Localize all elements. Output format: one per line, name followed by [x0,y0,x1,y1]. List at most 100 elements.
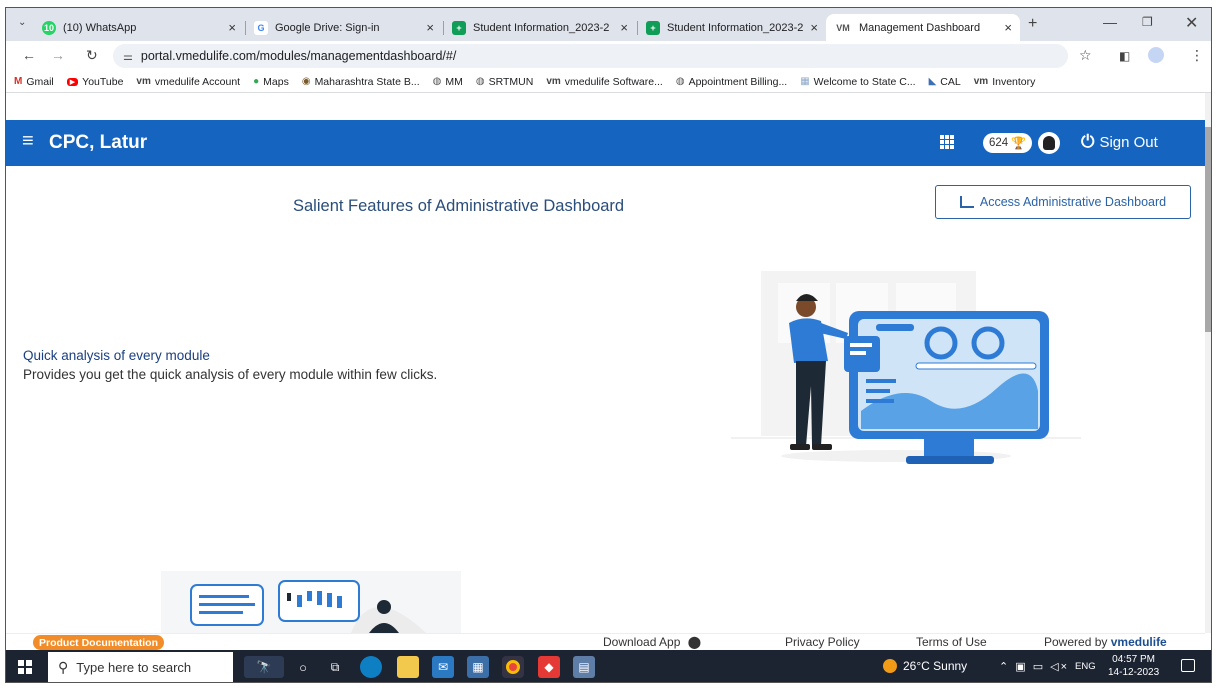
bookmark-label: SRTMUN [488,75,534,88]
feature-title: Quick analysis of every module [23,348,210,363]
bookmark-mm[interactable]: ◍ MM [433,76,463,88]
weather-widget[interactable]: 26°C Sunny [883,659,967,673]
browser-window: ⌄ 10 (10) WhatsApp × G Google Drive: Sig… [5,7,1212,683]
page-scrollbar[interactable] [1205,93,1211,633]
search-highlight-icon[interactable]: 🔭 [244,656,284,678]
tab-student-info-1[interactable]: + Student Information_2023-2 × [444,14,636,41]
scrollbar-thumb[interactable] [1205,127,1211,332]
close-tab-icon[interactable]: × [620,20,628,35]
site-info-icon[interactable]: ⚌ [123,50,133,63]
youtube-icon: ▶ [66,77,79,86]
access-dashboard-button[interactable]: Access Administrative Dashboard [935,185,1191,219]
close-tab-icon[interactable]: × [426,20,434,35]
powered-by-prefix: Powered by [1044,635,1108,649]
close-tab-icon[interactable]: × [1004,20,1012,35]
hamburger-menu-icon[interactable]: ≡ [22,130,34,153]
bookmark-label: vmedulife Account [154,75,241,88]
bookmark-gmail[interactable]: M Gmail [14,76,54,88]
anydesk-icon[interactable]: ◆ [538,656,560,678]
bookmark-vmedulife-software[interactable]: vm vmedulife Software... [546,76,663,88]
address-bar[interactable]: ⚌ portal.vmedulife.com/modules/managemen… [113,44,1068,68]
seal-icon: ◉ [301,76,311,87]
restore-icon[interactable]: ❐ [1142,15,1153,29]
address-row: ← → ↻ ⚌ portal.vmedulife.com/modules/man… [6,41,1211,71]
tab-title: (10) WhatsApp [63,21,137,34]
main-content: Salient Features of Administrative Dashb… [6,166,1205,633]
tab-whatsapp[interactable]: 10 (10) WhatsApp × [34,14,244,41]
tab-title: Google Drive: Sign-in [275,21,380,34]
privacy-policy-link[interactable]: Privacy Policy [785,635,860,649]
cortana-icon[interactable]: ○ [292,656,314,678]
more-menu-icon[interactable]: ⋮ [1190,47,1204,64]
bookmark-label: CAL [940,75,961,88]
profile-icon[interactable] [1148,47,1164,63]
mail-icon[interactable]: ✉ [432,656,454,678]
edge-icon[interactable] [360,656,382,678]
chrome-icon[interactable] [502,656,524,678]
app-header: ≡ CPC, Latur 624 🏆 ⏻ Sign Out [6,120,1205,166]
bookmark-maharashtra[interactable]: ◉ Maharashtra State B... [302,76,420,88]
points-badge[interactable]: 624 🏆 [983,133,1033,153]
page-title: Salient Features of Administrative Dashb… [293,197,625,215]
line-chart-icon [959,196,974,208]
globe-icon: ◍ [675,76,685,87]
bookmark-star-icon[interactable]: ☆ [1079,47,1092,64]
bookmark-welcome-state[interactable]: ▦ Welcome to State C... [800,76,915,88]
sign-out-button[interactable]: ⏻ Sign Out [1081,132,1158,152]
close-tab-icon[interactable]: × [810,20,818,35]
download-app-link[interactable]: Download App ⬤ [603,635,701,649]
forward-icon[interactable]: → [51,47,65,63]
url-text: portal.vmedulife.com/modules/managementd… [140,49,457,63]
reload-icon[interactable]: ↻ [86,47,98,64]
notepad-icon[interactable]: ▤ [573,656,595,678]
bookmarks-bar: M Gmail ▶ YouTube vm vmedulife Account ● Map… [6,71,1211,93]
file-explorer-icon[interactable] [397,656,419,678]
terms-of-use-link[interactable]: Terms of Use [916,635,987,649]
tab-student-info-2[interactable]: + Student Information_2023-2 × [638,14,826,41]
store-icon[interactable]: ▦ [467,656,489,678]
bookmark-appointment[interactable]: ◍ Appointment Billing... [676,76,787,88]
avatar[interactable] [1038,132,1060,154]
dashboard-illustration [731,271,1081,464]
points-value: 624 [989,137,1009,149]
bookmark-label: Appointment Billing... [688,75,788,88]
task-view-icon[interactable]: ⧉ [324,656,346,678]
apps-grid-icon[interactable] [940,135,954,149]
weather-text: 26°C Sunny [903,659,968,673]
windows-start-icon[interactable] [18,660,32,674]
bookmark-maps[interactable]: ● Maps [253,76,289,88]
product-documentation-link[interactable]: Product Documentation [33,635,165,650]
tab-management-dashboard[interactable]: VM Management Dashboard × [826,14,1020,41]
system-tray-icons[interactable]: ⌃ ▣ ▭ ◁× [999,660,1069,673]
bookmark-label: Maharashtra State B... [314,75,420,88]
bookmark-cal[interactable]: ◣ CAL [929,76,961,88]
close-window-icon[interactable]: ✕ [1185,13,1198,33]
tab-title: Student Information_2023-2 [473,21,610,34]
bookmark-label: YouTube [82,75,124,88]
bookmark-label: vmedulife Software... [564,75,663,88]
windows-taskbar: ⚲ Type here to search 🔭 ○ ⧉ ✉ ▦ ◆ ▤ 26°C… [6,650,1211,682]
bookmark-label: Maps [263,75,289,88]
download-app-label: Download App [603,635,681,649]
close-tab-icon[interactable]: × [228,20,236,35]
search-icon: ⚲ [58,658,69,675]
notification-icon[interactable] [1181,659,1195,672]
powered-by-brand[interactable]: vmedulife [1111,635,1167,649]
tab-title: Student Information_2023-2 [667,21,804,34]
language-indicator[interactable]: ENG [1075,661,1096,672]
taskbar-search-input[interactable]: ⚲ Type here to search [48,652,233,682]
tab-search-icon[interactable]: ⌄ [18,17,26,28]
tab-google-drive[interactable]: G Google Drive: Sign-in × [246,14,442,41]
bookmark-youtube[interactable]: ▶ YouTube [66,75,124,88]
vmedulife-icon: VM [836,22,850,33]
back-icon[interactable]: ← [22,47,36,63]
bookmark-vmedulife-account[interactable]: vm vmedulife Account [136,76,240,88]
bookmark-srtmun[interactable]: ◍ SRTMUN [476,76,533,88]
new-tab-button[interactable]: + [1028,15,1037,33]
minimize-icon[interactable]: — [1103,14,1117,30]
side-panel-icon[interactable]: ◧ [1119,49,1130,63]
clock[interactable]: 04:57 PM 14-12-2023 [1108,653,1159,679]
page-footer: Product Documentation Download App ⬤ Pri… [6,633,1205,650]
bookmark-inventory[interactable]: vm Inventory [974,76,1036,88]
bookmark-label: Gmail [26,75,54,88]
